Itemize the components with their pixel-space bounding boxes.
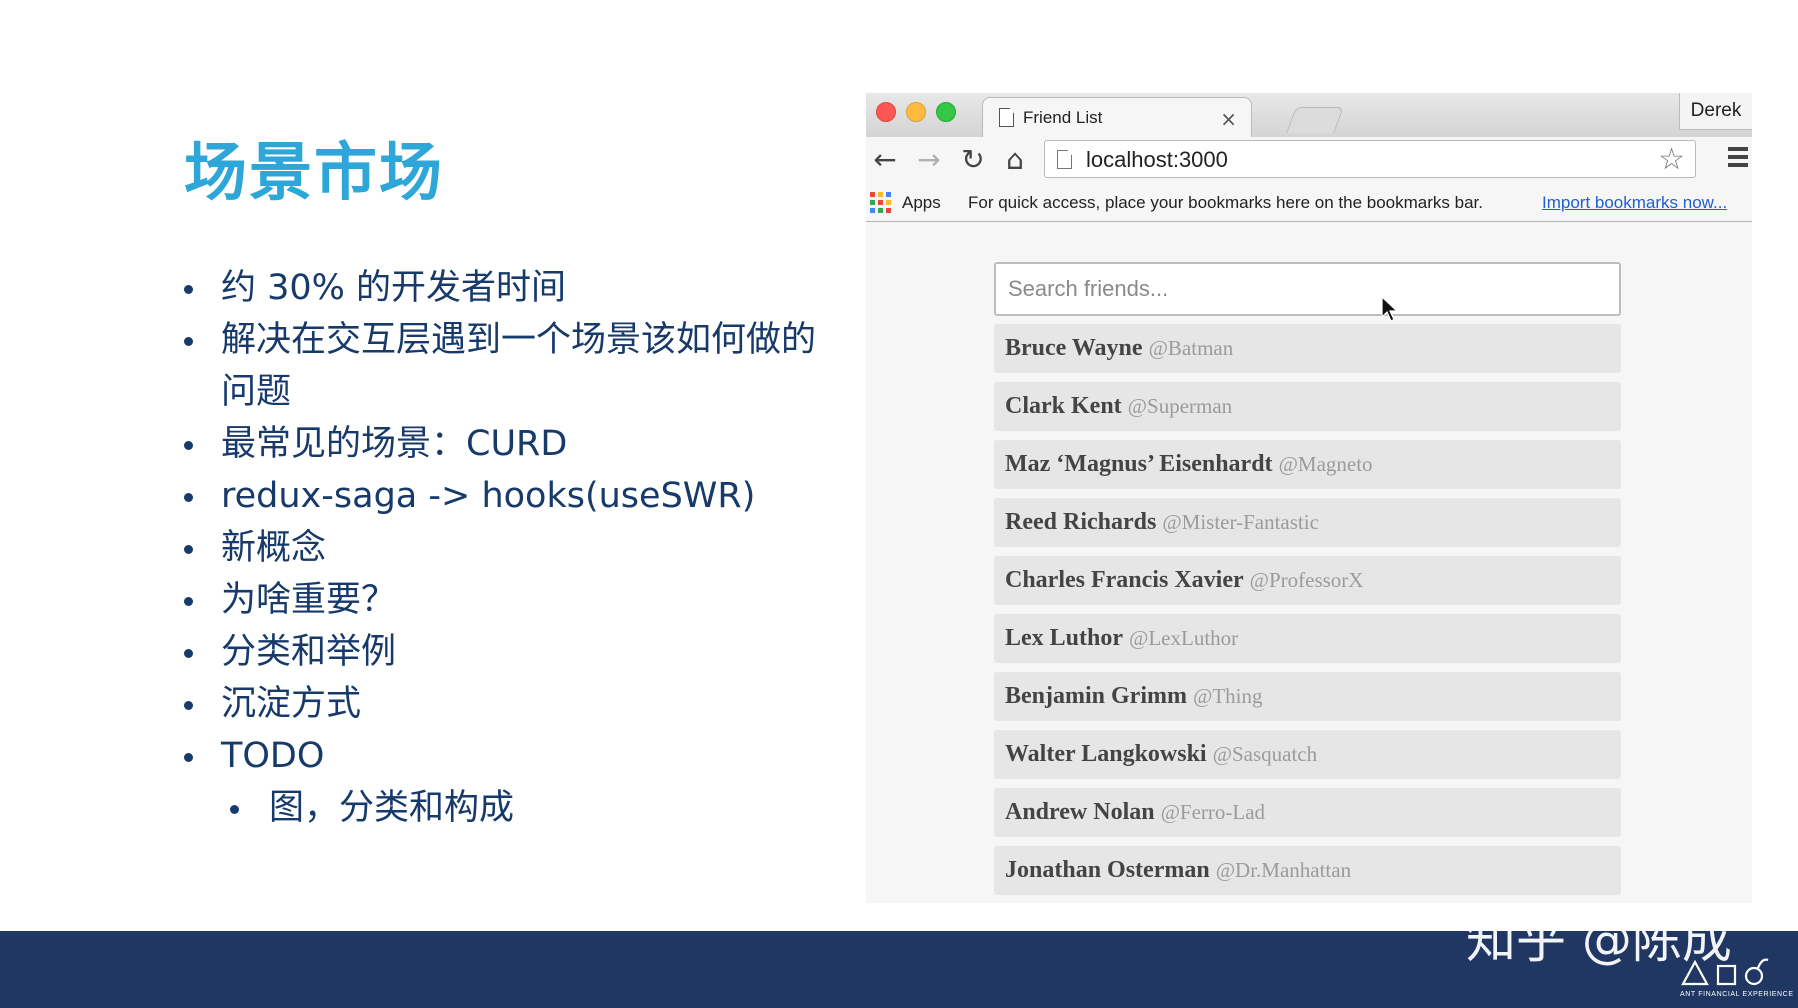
friend-handle: @LexLuthor [1129, 626, 1239, 650]
friend-list: Bruce Wayne @Batman Clark Kent @Superman M… [994, 324, 1621, 904]
page-content: Bruce Wayne@Batman Clark Kent@Superman M… [866, 223, 1752, 903]
list-item[interactable]: Benjamin Grimm @Thing [994, 672, 1621, 721]
friend-handle: @Mister-Fantastic [1162, 510, 1319, 534]
star-icon[interactable]: ☆ [1658, 142, 1685, 177]
friend-name: Benjamin Grimm [1005, 683, 1187, 709]
friend-handle: @Dr.Manhattan [1215, 858, 1352, 882]
bullet-item: 分类和举例 [180, 626, 840, 678]
browser-toolbar: ← → ↻ ⌂ localhost:3000 ☆ [866, 137, 1752, 185]
friend-name: Reed Richards [1005, 509, 1157, 535]
profile-button[interactable]: Derek [1679, 93, 1752, 130]
friend-handle: @Thing [1192, 684, 1263, 708]
page-icon [999, 108, 1014, 127]
address-bar[interactable]: localhost:3000 ☆ [1044, 140, 1696, 178]
minimize-window-icon[interactable] [906, 102, 926, 122]
bullet-item: 约 30% 的开发者时间 [180, 262, 840, 314]
friend-handle: @Magneto [1278, 452, 1373, 476]
home-icon[interactable]: ⌂ [1000, 143, 1030, 176]
list-item[interactable]: Jonathan Osterman @Dr.Manhattan [994, 846, 1621, 895]
browser-titlebar: Friend List × Derek [866, 93, 1752, 139]
list-item[interactable]: Lex Luthor @LexLuthor [994, 614, 1621, 663]
browser-window: Friend List × Derek ← → ↻ ⌂ localhost:30… [866, 93, 1752, 903]
friend-name: Charles Francis Xavier [1005, 567, 1244, 593]
list-item[interactable]: Reed Richards @Mister-Fantastic [994, 498, 1621, 547]
sub-bullet-item: 图，分类和构成 [180, 782, 840, 834]
friend-handle: @ProfessorX [1249, 568, 1364, 592]
import-bookmarks-link[interactable]: Import bookmarks now... [1542, 193, 1727, 213]
menu-icon[interactable] [1728, 147, 1748, 171]
friend-name: Walter Langkowski [1005, 741, 1207, 767]
bullet-item: 最常见的场景：CURD [180, 418, 840, 470]
maximize-window-icon[interactable] [936, 102, 956, 122]
new-tab-button[interactable] [1286, 107, 1344, 133]
friend-name: Lex Luthor [1005, 625, 1124, 651]
friend-name: Bruce Wayne [1005, 335, 1143, 361]
friend-handle: @Batman [1148, 336, 1234, 360]
list-item[interactable]: Andrew Nolan @Ferro-Lad [994, 788, 1621, 837]
bullet-item: 解决在交互层遇到一个场景该如何做的问题 [180, 314, 840, 418]
apps-icon[interactable] [870, 192, 891, 213]
browser-tab[interactable]: Friend List × [982, 97, 1252, 139]
list-item[interactable]: Maz ‘Magnus’ Eisenhardt @Magneto [994, 440, 1621, 489]
friend-name: Jonathan Osterman [1005, 857, 1210, 883]
forward-icon[interactable]: → [914, 143, 944, 176]
friend-handle: @Ferro-Lad [1160, 800, 1266, 824]
close-window-icon[interactable] [876, 102, 896, 122]
friend-handle: @Superman [1127, 394, 1233, 418]
page-icon [1057, 150, 1072, 169]
bullet-item: TODO [180, 730, 840, 782]
list-item[interactable]: Bruce Wayne @Batman [994, 324, 1621, 373]
slide-title: 场景市场 [184, 136, 444, 209]
bullet-list: 约 30% 的开发者时间 解决在交互层遇到一个场景该如何做的问题 最常见的场景：… [180, 262, 840, 834]
bullet-item: 为啥重要？ [180, 574, 840, 626]
tab-title: Friend List [1023, 108, 1103, 127]
apps-link[interactable]: Apps [902, 193, 941, 213]
bullet-item: 新概念 [180, 522, 840, 574]
brand-text: ANT FINANCIAL EXPERIENCE [1680, 991, 1794, 998]
back-icon[interactable]: ← [870, 143, 900, 176]
friend-name: Clark Kent [1005, 393, 1122, 419]
bookmarks-hint: For quick access, place your bookmarks h… [968, 193, 1483, 212]
mouse-cursor-icon [1381, 296, 1399, 322]
friend-handle: @Sasquatch [1212, 742, 1318, 766]
friend-name: Maz ‘Magnus’ Eisenhardt [1005, 451, 1273, 477]
url-text: localhost:3000 [1086, 147, 1228, 172]
list-item[interactable]: Clark Kent @Superman [994, 382, 1621, 431]
bullet-item: 沉淀方式 [180, 678, 840, 730]
tab-close-icon[interactable]: × [1220, 107, 1237, 131]
search-input[interactable] [994, 262, 1621, 316]
list-item[interactable]: Walter Langkowski @Sasquatch [994, 730, 1621, 779]
bookmarks-bar: Apps For quick access, place your bookma… [866, 185, 1752, 222]
bullet-item: redux-saga -> hooks(useSWR) [180, 470, 840, 522]
friend-name: Andrew Nolan [1005, 799, 1155, 825]
reload-icon[interactable]: ↻ [958, 143, 988, 176]
list-item[interactable]: Charles Francis Xavier @ProfessorX [994, 556, 1621, 605]
